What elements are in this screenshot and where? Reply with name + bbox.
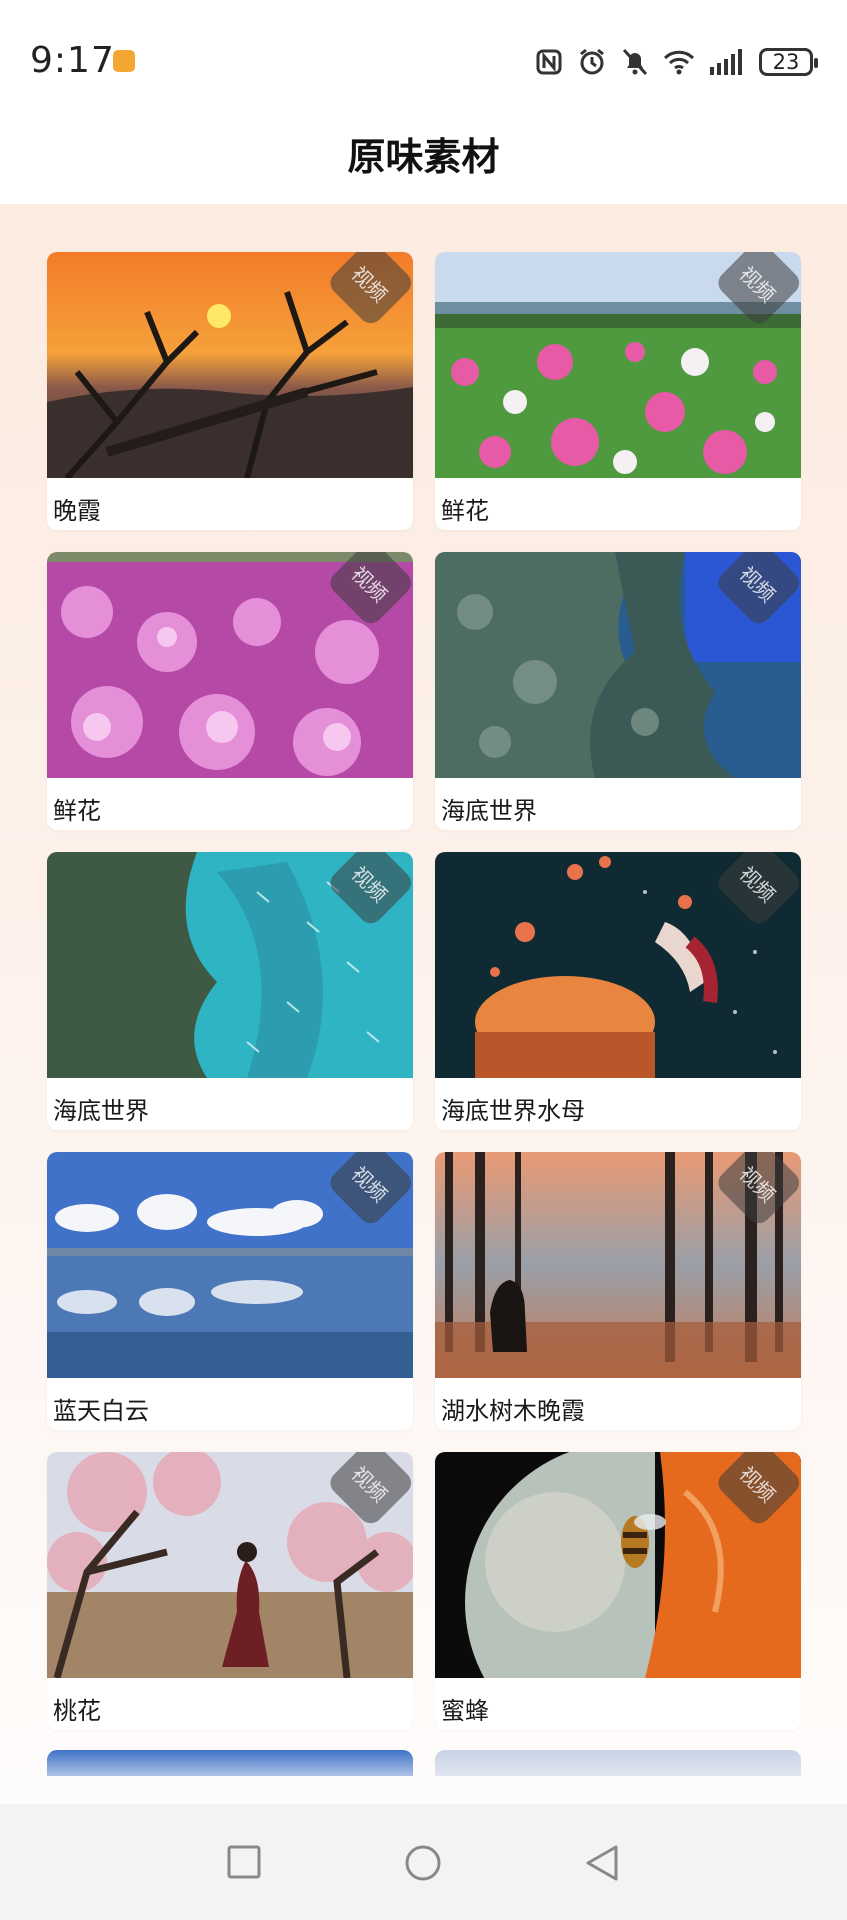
material-title: 海底世界水母 (441, 1097, 585, 1125)
material-title: 蜜蜂 (441, 1697, 489, 1725)
status-bar: 9:17 23 (0, 0, 847, 100)
nfc-icon (536, 49, 562, 75)
app-notification-icon (113, 50, 135, 72)
material-grid: 视频 晚霞 视频 鲜花 视频 鲜花 视频 海底世界 视频 海底世界 视频 海底世… (47, 252, 801, 1730)
material-card[interactable]: 视频 湖水树木晚霞 (435, 1152, 801, 1430)
material-title: 桃花 (53, 1697, 101, 1725)
material-card[interactable]: 视频 海底世界 (47, 852, 413, 1130)
alarm-icon (580, 48, 604, 75)
material-card-partial[interactable] (47, 1750, 413, 1776)
signal-icon (710, 49, 742, 75)
mute-icon (622, 48, 648, 76)
partial-card-row (47, 1750, 801, 1776)
thumbnail-image: 视频 (47, 252, 413, 478)
material-card[interactable]: 视频 鲜花 (47, 552, 413, 830)
thumbnail-image: 视频 (47, 1152, 413, 1378)
material-card[interactable]: 视频 桃花 (47, 1452, 413, 1730)
thumbnail-image: 视频 (435, 852, 801, 1078)
status-time: 9:17 (30, 40, 115, 81)
page-header: 原味素材 (0, 100, 847, 204)
material-list[interactable]: 视频 晚霞 视频 鲜花 视频 鲜花 视频 海底世界 视频 海底世界 视频 海底世… (0, 204, 847, 1804)
thumbnail-image: 视频 (435, 1452, 801, 1678)
thumbnail-image: 视频 (435, 1152, 801, 1378)
thumbnail-image: 视频 (435, 252, 801, 478)
page-title: 原味素材 (347, 135, 500, 179)
status-icons: 23 (535, 44, 818, 80)
material-title: 鲜花 (53, 797, 101, 825)
recent-apps-button[interactable] (226, 1844, 262, 1880)
thumbnail-image: 视频 (435, 552, 801, 778)
battery-icon: 23 (759, 48, 818, 76)
material-title: 晚霞 (53, 497, 101, 525)
wifi-icon (663, 50, 695, 75)
material-title: 海底世界 (441, 797, 537, 825)
material-card[interactable]: 视频 海底世界水母 (435, 852, 801, 1130)
system-nav-bar (0, 1804, 847, 1920)
back-button[interactable] (584, 1844, 620, 1882)
thumbnail-image: 视频 (47, 1452, 413, 1678)
material-card[interactable]: 视频 鲜花 (435, 252, 801, 530)
material-title: 湖水树木晚霞 (441, 1397, 585, 1425)
material-card-partial[interactable] (435, 1750, 801, 1776)
material-title: 鲜花 (441, 497, 489, 525)
material-card[interactable]: 视频 晚霞 (47, 252, 413, 530)
material-title: 蓝天白云 (53, 1397, 149, 1425)
material-card[interactable]: 视频 蓝天白云 (47, 1152, 413, 1430)
thumbnail-image: 视频 (47, 852, 413, 1078)
material-card[interactable]: 视频 蜜蜂 (435, 1452, 801, 1730)
material-card[interactable]: 视频 海底世界 (435, 552, 801, 830)
material-title: 海底世界 (53, 1097, 149, 1125)
thumbnail-image: 视频 (47, 552, 413, 778)
home-button[interactable] (404, 1844, 442, 1882)
